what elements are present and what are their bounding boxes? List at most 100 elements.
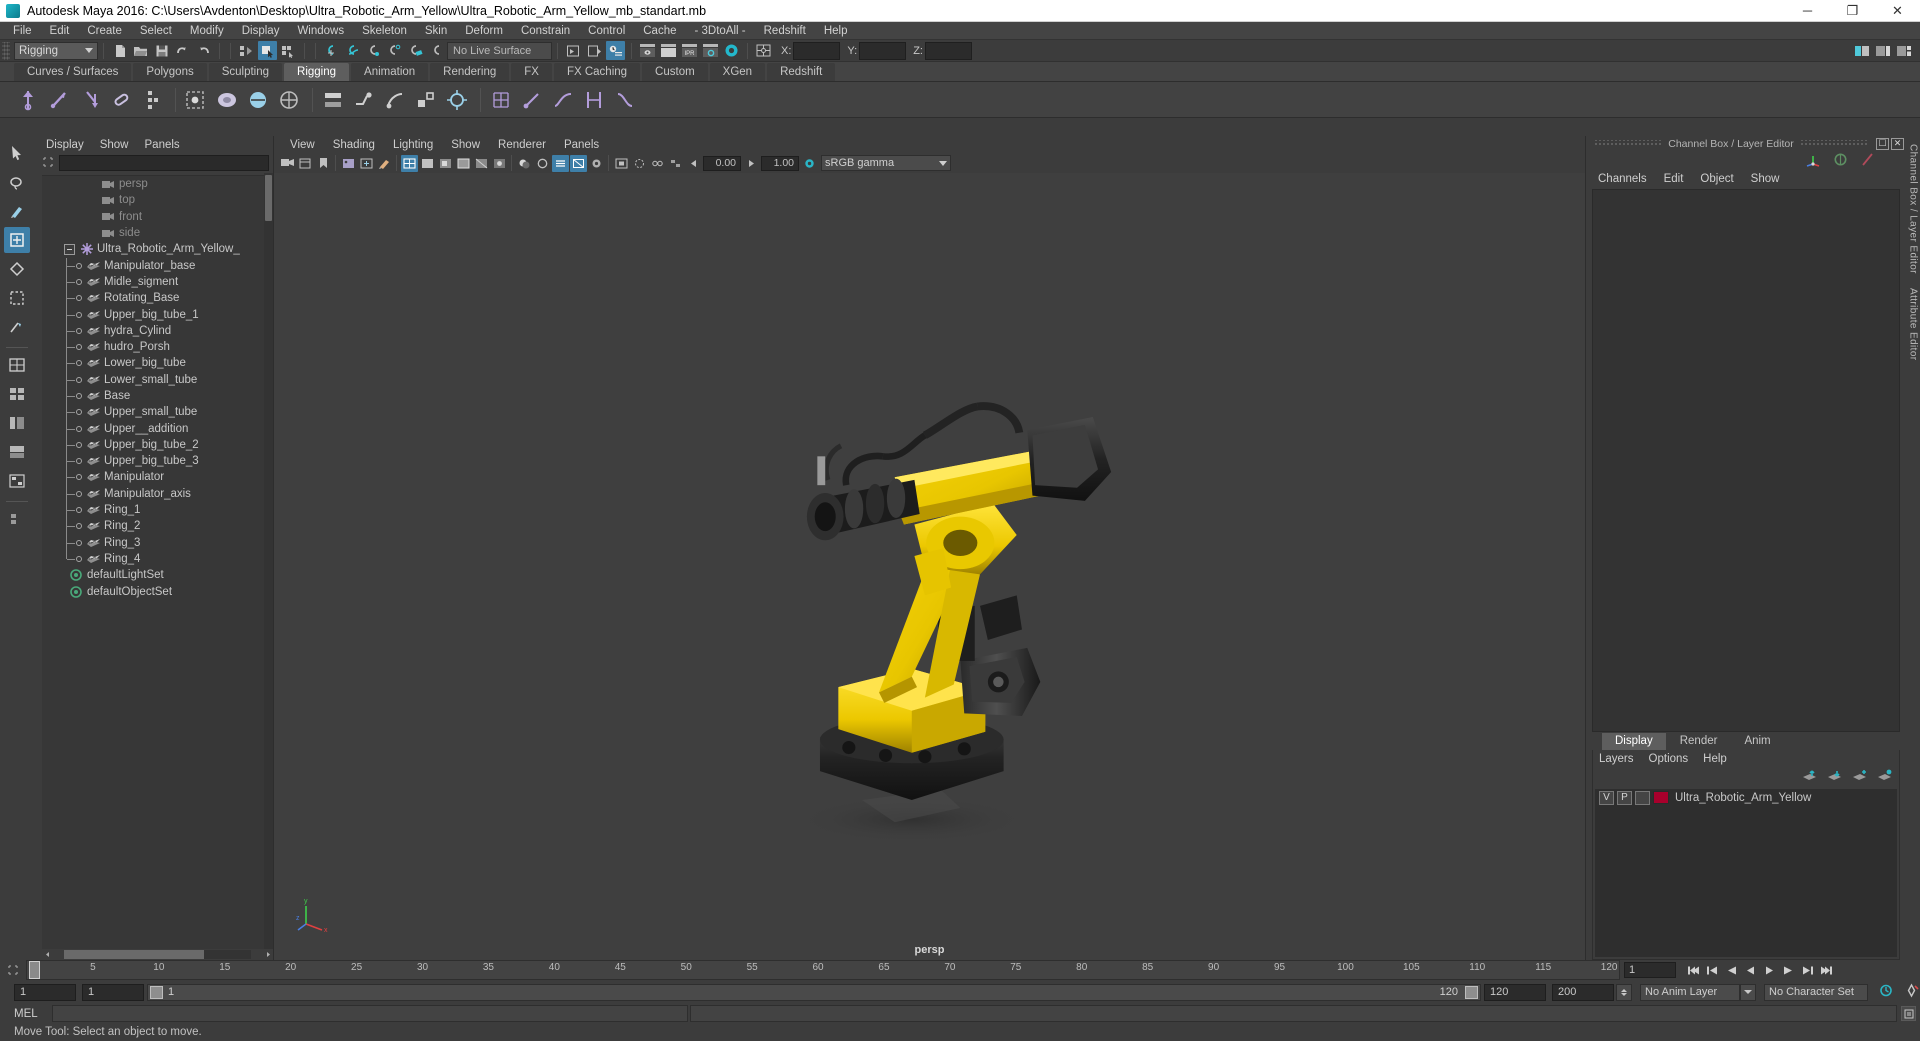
new-layer-from-selected-icon[interactable] <box>1876 769 1893 785</box>
render-current-frame-icon[interactable] <box>638 41 657 60</box>
tree-node-dot[interactable] <box>76 295 82 302</box>
outliner-item-upper-big-tube-1[interactable]: Upper_big_tube_1 <box>42 306 264 324</box>
maximize-button[interactable]: ❐ <box>1830 0 1875 22</box>
aim-constraint-icon[interactable] <box>443 86 471 114</box>
move-layer-down-icon[interactable] <box>1826 769 1843 785</box>
outliner-tree[interactable]: persp top front side Ultra_Robotic_Arm_Y… <box>42 175 264 949</box>
tree-node-dot[interactable] <box>76 409 82 416</box>
select-component-icon[interactable] <box>279 41 298 60</box>
play-backwards-icon[interactable] <box>1742 962 1759 978</box>
shadows-icon[interactable] <box>516 155 533 172</box>
redo-render-icon[interactable] <box>659 41 678 60</box>
ipr-render-icon[interactable]: IPR <box>680 41 699 60</box>
shelf-tab-custom[interactable]: Custom <box>642 63 708 81</box>
snap-curve-icon[interactable] <box>343 41 362 60</box>
playback-end-stepper[interactable] <box>1616 983 1632 1001</box>
image-plane-icon[interactable] <box>340 155 357 172</box>
ambient-occlusion-icon[interactable] <box>534 155 551 172</box>
outliner-item-defaultobjectset[interactable]: defaultObjectSet <box>42 583 264 599</box>
menu-item-deform[interactable]: Deform <box>456 22 512 40</box>
outliner-item-ring-1[interactable]: Ring_1 <box>42 502 264 520</box>
menu-item-cache[interactable]: Cache <box>634 22 685 40</box>
side-tab-attribute-editor[interactable]: Attribute Editor <box>1908 288 1919 361</box>
outliner-item-lower-small-tube[interactable]: Lower_small_tube <box>42 371 264 389</box>
play-forwards-icon[interactable] <box>1761 962 1778 978</box>
toggle-attribute-editor-icon[interactable] <box>1873 41 1892 60</box>
snap-point-icon[interactable] <box>364 41 383 60</box>
input-output-connections-icon[interactable] <box>754 41 773 60</box>
command-input[interactable] <box>52 1005 689 1022</box>
new-scene-icon[interactable] <box>110 41 129 60</box>
tree-node-dot[interactable] <box>76 425 82 432</box>
shelf-tab-rendering[interactable]: Rendering <box>430 63 510 81</box>
range-start-field[interactable]: 1 <box>14 983 76 1001</box>
open-scene-icon[interactable] <box>131 41 150 60</box>
gamma-value[interactable]: 1.00 <box>761 155 799 171</box>
exposure-up-icon[interactable] <box>743 155 760 172</box>
select-tool-icon[interactable] <box>4 140 30 166</box>
tree-node-dot[interactable] <box>76 262 82 269</box>
outliner-item-upper-addition[interactable]: Upper__addition <box>42 420 264 438</box>
menu-item-skeleton[interactable]: Skeleton <box>353 22 416 40</box>
layer-row[interactable]: V P Ultra_Robotic_Arm_Yellow <box>1595 789 1897 806</box>
anim-layer-dropdown[interactable] <box>1740 983 1756 1001</box>
step-forward-key-icon[interactable] <box>1799 962 1816 978</box>
outliner-item-ring-2[interactable]: Ring_2 <box>42 518 264 536</box>
lasso-tool-icon[interactable] <box>4 169 30 195</box>
layer-tab-display[interactable]: Display <box>1602 733 1666 750</box>
outliner-item-side[interactable]: side <box>42 225 264 241</box>
bookmark-icon[interactable] <box>315 155 332 172</box>
scroll-right-icon[interactable] <box>263 950 273 959</box>
depth-of-field-icon[interactable] <box>588 155 605 172</box>
toggle-channel-box-icon[interactable] <box>1894 41 1913 60</box>
layer-menu-layers[interactable]: Layers <box>1599 753 1634 765</box>
shelf-tab-animation[interactable]: Animation <box>351 63 429 81</box>
menu-item-redshift[interactable]: Redshift <box>755 22 815 40</box>
outliner-item-base[interactable]: Base <box>42 388 264 405</box>
shelf-tab-fx[interactable]: FX <box>511 63 552 81</box>
outliner-horizontal-scrollbar[interactable] <box>42 949 273 960</box>
tree-node-dot[interactable] <box>76 393 82 399</box>
rotate-tool-icon[interactable] <box>4 256 30 282</box>
single-perspective-layout-icon[interactable] <box>4 352 30 378</box>
scale-constraint-icon[interactable] <box>412 86 440 114</box>
wireframe-shading-icon[interactable] <box>400 154 418 172</box>
render-sequence-icon[interactable] <box>585 41 604 60</box>
soft-modification-icon[interactable] <box>549 86 577 114</box>
menu-item-display[interactable]: Display <box>233 22 289 40</box>
menu-item-modify[interactable]: Modify <box>181 22 233 40</box>
outliner-item-upper-big-tube-2[interactable]: Upper_big_tube_2 <box>42 436 264 454</box>
smooth-shade-selected-icon[interactable] <box>437 155 454 172</box>
step-back-key-icon[interactable] <box>1704 962 1721 978</box>
statusline-grip[interactable] <box>2 41 10 60</box>
outliner-menu-panels[interactable]: Panels <box>145 139 180 151</box>
motion-blur-icon[interactable] <box>551 154 569 172</box>
select-object-icon[interactable] <box>258 41 277 60</box>
viewport-canvas[interactable]: y x z persp <box>274 173 1585 960</box>
insert-joint-icon[interactable] <box>45 86 73 114</box>
command-language-label[interactable]: MEL <box>0 1008 52 1020</box>
layer-tab-anim[interactable]: Anim <box>1731 733 1784 750</box>
menu-item-select[interactable]: Select <box>131 22 181 40</box>
orient-constraint-icon[interactable] <box>381 86 409 114</box>
open-render-view-icon[interactable] <box>564 41 583 60</box>
outliner-vertical-scrollbar[interactable] <box>264 173 273 949</box>
side-tab-channel-box[interactable]: Channel Box / Layer Editor <box>1908 144 1919 274</box>
outliner-item-persp[interactable]: persp <box>42 176 264 192</box>
hypershade-layout-icon[interactable] <box>4 468 30 494</box>
dock-grip[interactable] <box>1594 140 1663 147</box>
paint-selection-tool-icon[interactable] <box>4 198 30 224</box>
exposure-down-icon[interactable] <box>685 155 702 172</box>
scrollbar-thumb[interactable] <box>265 175 272 221</box>
viewport-menu-show[interactable]: Show <box>451 139 480 151</box>
persp-outliner-layout-icon[interactable] <box>4 410 30 436</box>
current-time-indicator[interactable] <box>29 961 40 979</box>
menu-item-3dtoall[interactable]: - 3DtoAll - <box>686 22 755 40</box>
lattice-deformer-icon[interactable] <box>487 86 515 114</box>
step-forward-frame-icon[interactable] <box>1780 962 1797 978</box>
connect-joint-icon[interactable] <box>107 86 135 114</box>
snap-toggle-icon[interactable] <box>427 41 446 60</box>
tree-node-dot[interactable] <box>76 278 82 285</box>
menu-item-edit[interactable]: Edit <box>41 22 79 40</box>
persp-graph-layout-icon[interactable] <box>4 439 30 465</box>
